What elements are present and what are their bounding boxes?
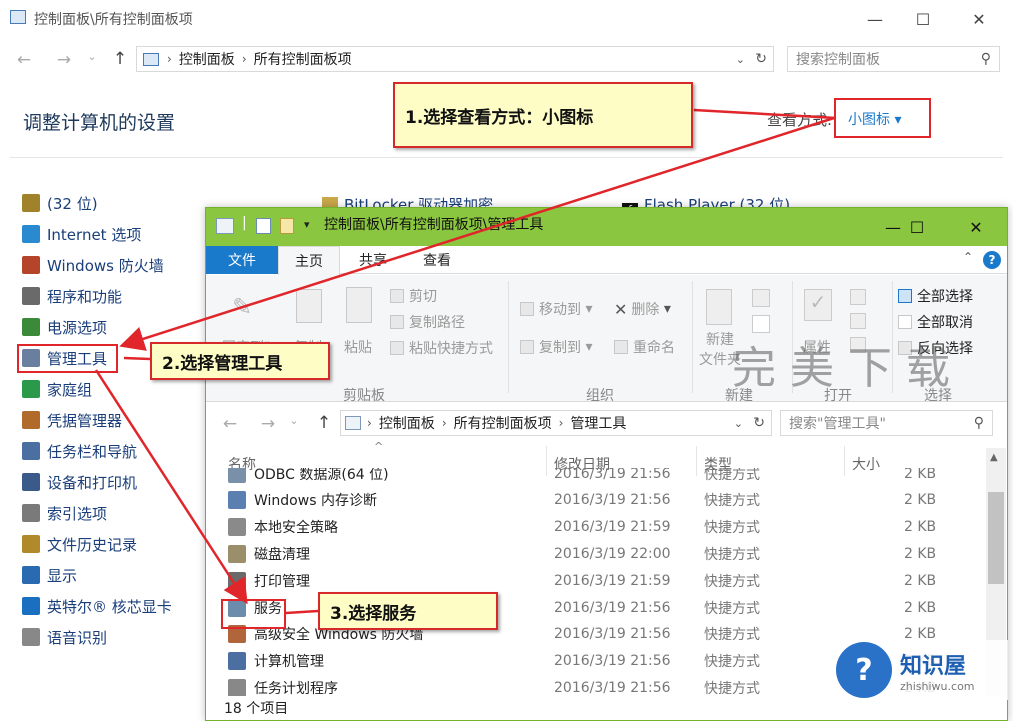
callout-step2: 2.选择管理工具 (150, 342, 330, 380)
arrow-line (94, 369, 248, 605)
arrow-line (285, 609, 319, 615)
question-icon: ? (836, 642, 892, 698)
watermark-url: zhishiwu.com (900, 679, 975, 693)
arrow-line (123, 356, 151, 361)
highlight-view-by (834, 98, 931, 138)
callout-step1: 1.选择查看方式：小图标 (393, 82, 693, 148)
watermark-brand: 知识屋 (900, 653, 967, 679)
arrow-line (693, 108, 837, 120)
watermark-text: 完美下载 (732, 343, 964, 394)
callout-step3: 3.选择服务 (318, 592, 498, 630)
arrow-line (119, 116, 835, 351)
highlight-services (221, 599, 286, 629)
watermark-logo: ? 知识屋 zhishiwu.com (836, 640, 1008, 700)
highlight-admin-tools (17, 344, 118, 373)
